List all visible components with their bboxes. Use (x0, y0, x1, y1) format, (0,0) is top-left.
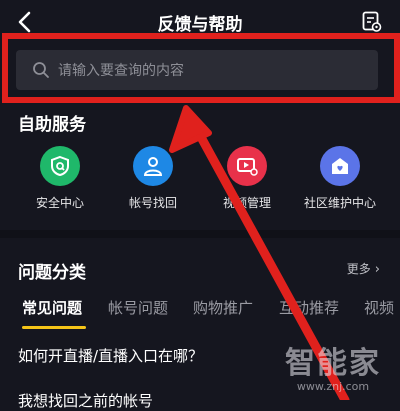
service-video-management[interactable]: 视频管理 (207, 146, 287, 211)
watermark-name: 智能家 (285, 346, 381, 381)
watermark: 智能家 www.znj.com (278, 338, 388, 400)
search-icon (32, 61, 50, 79)
tab-account-questions[interactable]: 帐号问题 (108, 297, 168, 318)
community-heart-icon (320, 146, 360, 186)
service-label: 帐号找回 (128, 196, 177, 210)
active-tab-indicator (22, 326, 86, 329)
search-input[interactable]: 请输入要查询的内容 (16, 50, 378, 90)
more-label: 更多 (346, 262, 371, 276)
document-settings-icon[interactable] (362, 11, 382, 33)
service-label: 安全中心 (35, 196, 84, 210)
category-tabs: 常见问题 帐号问题 购物推广 互动推荐 视频 (0, 293, 400, 329)
faq-item[interactable]: 我想找回之前的帐号 (18, 390, 153, 411)
self-service-title: 自助服务 (18, 115, 86, 135)
service-community-center[interactable]: 社区维护中心 (300, 146, 380, 211)
top-bar: 反馈与帮助 (0, 0, 400, 44)
self-service-grid: 安全中心 帐号找回 视频管理 社区维护中心 (0, 146, 400, 216)
service-account-recovery[interactable]: 帐号找回 (113, 146, 193, 211)
tab-shopping-promotion[interactable]: 购物推广 (193, 297, 253, 318)
chevron-right-icon: › (374, 262, 380, 277)
categories-title: 问题分类 (18, 263, 86, 283)
search-placeholder: 请输入要查询的内容 (58, 63, 184, 79)
section-divider (0, 230, 400, 238)
service-label: 社区维护中心 (303, 196, 376, 210)
shield-icon (40, 146, 80, 186)
faq-item[interactable]: 如何开直播/直播入口在哪？ (18, 345, 203, 366)
tab-common-questions[interactable]: 常见问题 (22, 297, 82, 318)
video-settings-icon (227, 146, 267, 186)
tab-interaction-recommendation[interactable]: 互动推荐 (279, 297, 339, 318)
page-title: 反馈与帮助 (157, 15, 243, 35)
more-link[interactable]: 更多 › (347, 260, 380, 277)
service-label: 视频管理 (222, 196, 271, 210)
user-icon (133, 146, 173, 186)
service-security-center[interactable]: 安全中心 (20, 146, 100, 211)
watermark-url: www.znj.com (296, 380, 370, 393)
tab-video[interactable]: 视频 (364, 297, 394, 318)
